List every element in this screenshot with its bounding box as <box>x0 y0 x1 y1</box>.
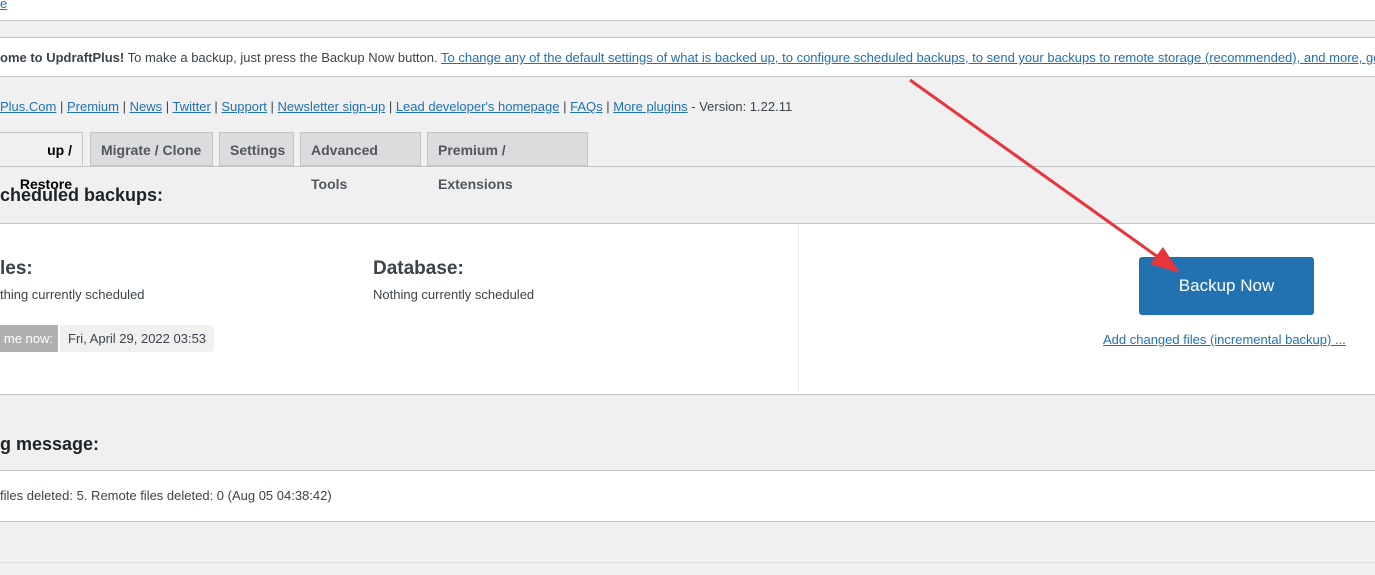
annotation-arrow-icon <box>909 78 1180 273</box>
